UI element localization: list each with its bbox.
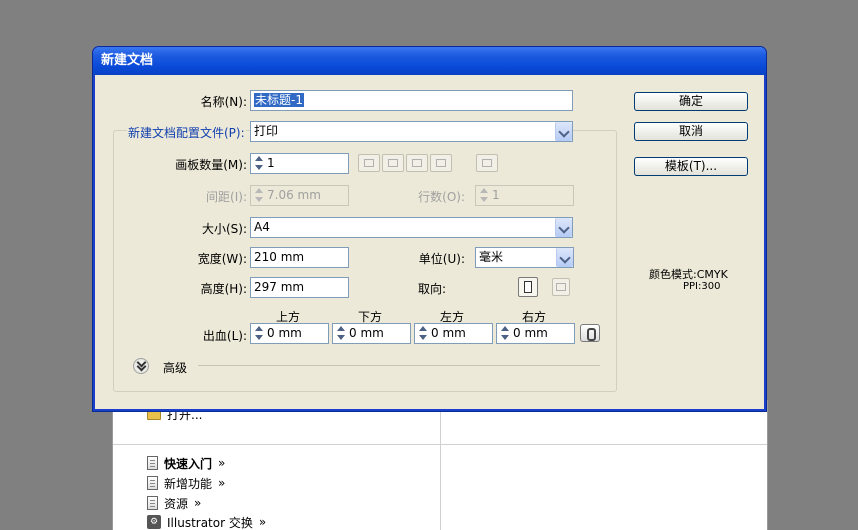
spacing-input[interactable]: 7.06 mm <box>250 185 349 206</box>
spin-arrows-icon <box>336 325 346 342</box>
arrange-by-row-button[interactable] <box>406 154 428 172</box>
landscape-icon <box>556 283 566 291</box>
artboards-label: 画板数量(M): <box>175 158 247 172</box>
resources-link[interactable]: 资源 » <box>147 494 201 512</box>
portrait-icon <box>524 281 532 293</box>
grid-column-icon <box>388 159 398 167</box>
landscape-button[interactable] <box>552 278 570 296</box>
spin-arrows-icon <box>500 325 510 342</box>
artboards-stepper[interactable]: 1 <box>250 153 349 174</box>
orientation-label: 取向: <box>418 282 447 296</box>
templates-button[interactable]: 模板(T)... <box>634 157 748 176</box>
units-select[interactable]: 毫米 <box>475 247 574 268</box>
width-input[interactable]: 210 mm <box>250 247 349 268</box>
profile-select[interactable]: 打印 <box>250 121 573 142</box>
panel-divider-horizontal <box>113 444 767 445</box>
spin-arrows-icon <box>418 325 428 342</box>
name-label: 名称(N): <box>200 95 247 109</box>
size-label: 大小(S): <box>201 222 247 236</box>
document-icon <box>147 496 158 510</box>
document-icon <box>147 476 158 490</box>
bleed-label: 出血(L): <box>202 329 247 343</box>
arrange-column-icon <box>436 159 446 167</box>
portrait-button[interactable] <box>518 277 538 297</box>
link-icon[interactable] <box>580 324 600 342</box>
spin-arrows-icon <box>254 325 264 342</box>
ppi-text: PPI:300 <box>683 281 721 292</box>
advanced-divider <box>198 365 600 366</box>
spacing-label: 间距(I): <box>206 190 247 204</box>
chevron-down-icon <box>556 248 573 267</box>
document-icon <box>147 456 158 470</box>
arrange-row-icon <box>412 159 422 167</box>
arrow-right-icon <box>482 159 492 167</box>
grid-by-row-button[interactable] <box>358 154 380 172</box>
size-select[interactable]: A4 <box>250 217 573 238</box>
whats-new-link[interactable]: 新增功能 » <box>147 474 225 492</box>
cancel-button[interactable]: 取消 <box>634 122 748 141</box>
dialog-titlebar[interactable]: 新建文档 <box>93 47 766 75</box>
layout-direction-button[interactable] <box>476 154 498 172</box>
spin-arrows-icon <box>254 155 264 172</box>
grid-by-column-button[interactable] <box>382 154 404 172</box>
columns-label: 行数(O): <box>418 190 465 204</box>
color-mode-text: 颜色模式:CMYK <box>649 268 728 281</box>
chevron-down-icon <box>555 218 572 237</box>
height-label: 高度(H): <box>200 282 247 296</box>
spin-arrows-icon <box>479 187 489 204</box>
panel-divider-vertical <box>440 400 441 530</box>
name-input[interactable]: 未标题-1 <box>250 90 573 111</box>
bleed-right-input[interactable]: 0 mm <box>496 323 575 344</box>
welcome-panel: 打开... 快速入门 » 新增功能 » 资源 » ⚙ Illustrator 交… <box>112 400 768 530</box>
profile-label: 新建文档配置文件(P): <box>127 124 246 141</box>
dialog-title: 新建文档 <box>101 53 154 68</box>
ok-button[interactable]: 确定 <box>634 92 748 111</box>
chevron-down-icon <box>555 122 572 141</box>
grid-row-icon <box>364 159 374 167</box>
exchange-icon: ⚙ <box>147 515 161 529</box>
bleed-bottom-input[interactable]: 0 mm <box>332 323 411 344</box>
width-label: 宽度(W): <box>197 252 247 266</box>
columns-input[interactable]: 1 <box>475 185 574 206</box>
new-document-dialog: 新建文档 名称(N): 未标题-1 新建文档配置文件(P): 打印 画板数量(M… <box>93 47 766 411</box>
bleed-top-input[interactable]: 0 mm <box>250 323 329 344</box>
expand-advanced-icon[interactable] <box>133 358 149 374</box>
height-input[interactable]: 297 mm <box>250 277 349 298</box>
advanced-label[interactable]: 高级 <box>163 359 187 376</box>
illustrator-exchange-link[interactable]: ⚙ Illustrator 交换 » <box>147 513 266 530</box>
bleed-left-input[interactable]: 0 mm <box>414 323 493 344</box>
spin-arrows-icon <box>254 187 264 204</box>
arrange-by-column-button[interactable] <box>430 154 452 172</box>
getting-started-link[interactable]: 快速入门 » <box>147 454 225 472</box>
units-label: 单位(U): <box>418 252 465 266</box>
